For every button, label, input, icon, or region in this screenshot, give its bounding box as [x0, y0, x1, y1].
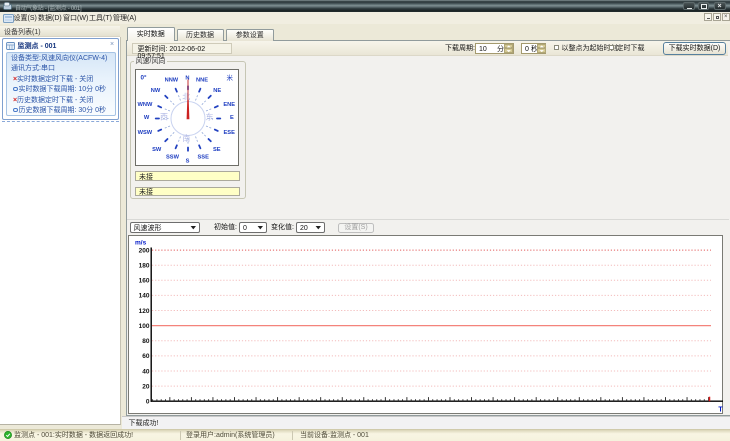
- svg-text:0: 0: [146, 399, 150, 406]
- svg-text:20: 20: [142, 383, 150, 390]
- svg-text:ENE: ENE: [223, 102, 235, 108]
- svg-text:ESE: ESE: [224, 130, 236, 136]
- svg-text:SW: SW: [152, 147, 162, 153]
- svg-text:200: 200: [139, 247, 150, 254]
- svg-text:120: 120: [139, 308, 150, 315]
- svg-text:NNE: NNE: [196, 78, 208, 84]
- svg-text:100: 100: [139, 323, 150, 330]
- svg-text:60: 60: [142, 353, 150, 360]
- svg-text:m/s: m/s: [135, 240, 147, 247]
- svg-text:SE: SE: [213, 147, 221, 153]
- svg-text:140: 140: [139, 293, 150, 300]
- svg-text:SSW: SSW: [166, 155, 180, 161]
- svg-text:东: 东: [206, 111, 214, 121]
- svg-text:S: S: [186, 158, 190, 164]
- svg-text:80: 80: [142, 338, 150, 345]
- svg-text:南: 南: [182, 133, 190, 143]
- svg-text:E: E: [230, 115, 234, 121]
- svg-text:北: 北: [182, 93, 190, 102]
- svg-text:NNW: NNW: [165, 78, 179, 84]
- svg-text:0°: 0°: [141, 74, 148, 82]
- svg-text:WSW: WSW: [138, 130, 153, 136]
- svg-text:160: 160: [139, 278, 150, 285]
- svg-text:NE: NE: [213, 88, 221, 94]
- svg-text:西: 西: [160, 112, 168, 121]
- svg-text:N: N: [185, 76, 189, 82]
- svg-text:WNW: WNW: [137, 102, 152, 108]
- svg-text:T: T: [718, 407, 723, 414]
- svg-text:米: 米: [227, 73, 234, 82]
- svg-text:180: 180: [139, 263, 150, 270]
- svg-text:W: W: [144, 115, 150, 121]
- svg-text:40: 40: [142, 368, 150, 375]
- svg-text:SSE: SSE: [198, 155, 210, 161]
- svg-text:NW: NW: [151, 88, 161, 94]
